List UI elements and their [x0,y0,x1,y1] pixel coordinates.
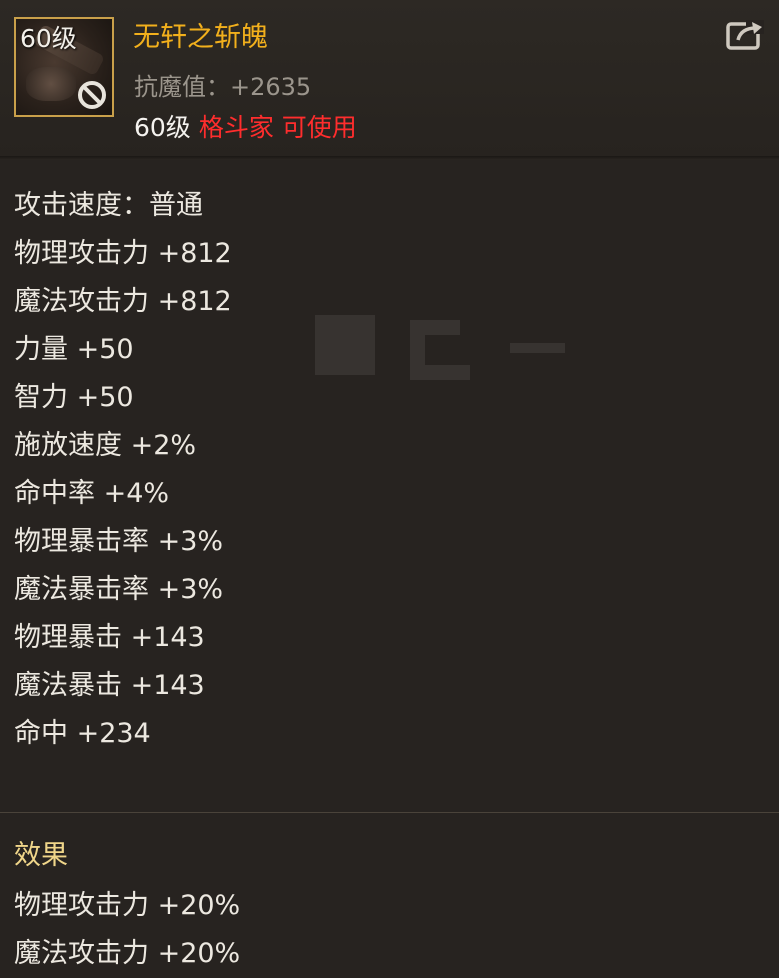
item-name: 无轩之斩魄 [133,22,268,53]
usage-requirement: 60级 格斗家 可使用 [134,108,357,144]
effect-physical-attack: 物理攻击力 +20% [14,890,241,921]
stat-physical-crit: 物理暴击 +143 [14,622,205,653]
item-header [0,0,779,158]
background-watermark [315,315,565,380]
effect-magic-attack: 魔法攻击力 +20% [14,938,241,969]
stat-magic-crit-rate: 魔法暴击率 +3% [14,574,224,605]
stat-attack-speed: 攻击速度：普通 [14,190,203,221]
effects-list: 物理攻击力 +20% 魔法攻击力 +20% [14,882,240,978]
effects-heading: 效果 [14,840,68,871]
stat-physical-crit-rate: 物理暴击率 +3% [14,526,224,557]
share-icon[interactable] [726,18,766,52]
item-icon-frame[interactable]: 60级 [14,17,114,117]
prohibited-icon [78,81,106,109]
stat-list: 攻击速度：普通 物理攻击力 +812 魔法攻击力 +812 力量 +50 智力 … [14,182,232,758]
stat-cast-speed: 施放速度 +2% [14,430,197,461]
weapon-grip-shape [26,67,76,101]
stat-physical-attack: 物理攻击力 +812 [14,238,232,269]
required-class: 格斗家 可使用 [198,113,357,142]
required-level: 60级 [134,113,191,142]
stat-strength: 力量 +50 [14,334,134,365]
stat-magic-crit: 魔法暴击 +143 [14,670,205,701]
stat-hit: 命中 +234 [14,718,151,749]
stat-intelligence: 智力 +50 [14,382,134,413]
stat-magic-attack: 魔法攻击力 +812 [14,286,232,317]
header-separator [0,156,779,160]
stat-hit-rate: 命中率 +4% [14,478,170,509]
item-level-badge: 60级 [20,24,77,53]
section-divider [0,812,779,813]
resist-value: 抗魔值：+2635 [134,73,312,101]
